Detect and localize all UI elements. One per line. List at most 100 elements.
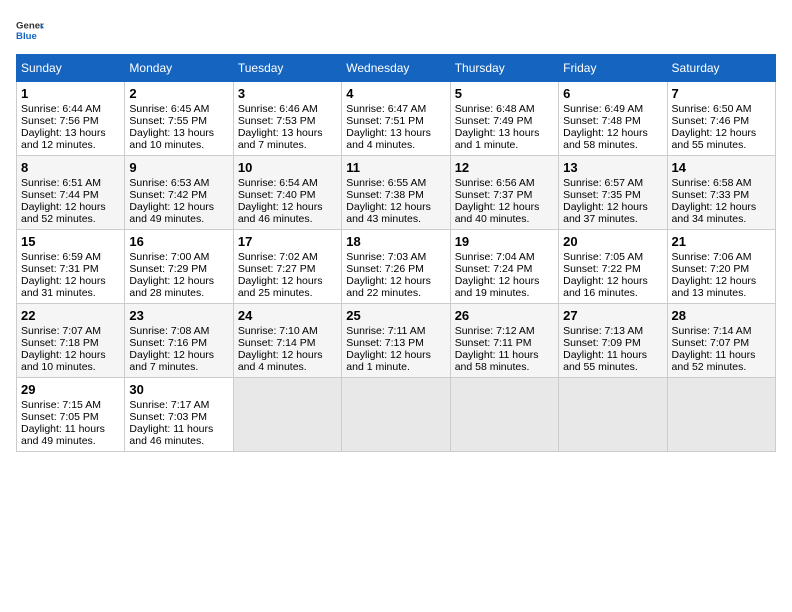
day-number: 27 (563, 308, 662, 323)
week-row-1: 1Sunrise: 6:44 AMSunset: 7:56 PMDaylight… (17, 82, 776, 156)
day-number: 5 (455, 86, 554, 101)
cell-line: and 46 minutes. (129, 435, 228, 447)
day-number: 10 (238, 160, 337, 175)
cell-line: Sunset: 7:29 PM (129, 263, 228, 275)
cell-line: Daylight: 12 hours (21, 275, 120, 287)
calendar-cell: 10Sunrise: 6:54 AMSunset: 7:40 PMDayligh… (233, 156, 341, 230)
day-number: 16 (129, 234, 228, 249)
cell-line: and 37 minutes. (563, 213, 662, 225)
day-number: 26 (455, 308, 554, 323)
cell-line: Daylight: 13 hours (129, 127, 228, 139)
cell-line: Daylight: 12 hours (238, 349, 337, 361)
cell-line: Sunrise: 6:58 AM (672, 177, 771, 189)
day-number: 4 (346, 86, 445, 101)
calendar-cell: 8Sunrise: 6:51 AMSunset: 7:44 PMDaylight… (17, 156, 125, 230)
cell-line: and 4 minutes. (238, 361, 337, 373)
cell-line: Sunrise: 6:51 AM (21, 177, 120, 189)
cell-line: Daylight: 12 hours (672, 275, 771, 287)
cell-line: Daylight: 12 hours (346, 201, 445, 213)
calendar-cell: 6Sunrise: 6:49 AMSunset: 7:48 PMDaylight… (559, 82, 667, 156)
cell-line: Sunset: 7:53 PM (238, 115, 337, 127)
cell-line: Sunset: 7:20 PM (672, 263, 771, 275)
cell-line: Sunset: 7:14 PM (238, 337, 337, 349)
calendar-cell: 2Sunrise: 6:45 AMSunset: 7:55 PMDaylight… (125, 82, 233, 156)
cell-line: Daylight: 12 hours (129, 275, 228, 287)
cell-line: Daylight: 12 hours (129, 201, 228, 213)
cell-line: and 55 minutes. (672, 139, 771, 151)
cell-line: and 1 minute. (455, 139, 554, 151)
week-row-2: 8Sunrise: 6:51 AMSunset: 7:44 PMDaylight… (17, 156, 776, 230)
cell-line: Daylight: 13 hours (455, 127, 554, 139)
calendar-cell: 25Sunrise: 7:11 AMSunset: 7:13 PMDayligh… (342, 304, 450, 378)
cell-line: and 49 minutes. (21, 435, 120, 447)
cell-line: and 19 minutes. (455, 287, 554, 299)
cell-line: Daylight: 13 hours (21, 127, 120, 139)
cell-line: Daylight: 12 hours (346, 349, 445, 361)
cell-line: Sunrise: 7:07 AM (21, 325, 120, 337)
week-row-4: 22 Sunrise: 7:07 AMSunset: 7:18 PM Dayligh… (17, 304, 776, 378)
header: General Blue (16, 16, 776, 44)
calendar-cell (667, 378, 775, 452)
cell-line: Sunrise: 6:55 AM (346, 177, 445, 189)
calendar-cell: 15Sunrise: 6:59 AMSunset: 7:31 PMDayligh… (17, 230, 125, 304)
day-number: 9 (129, 160, 228, 175)
cell-line: Sunrise: 7:06 AM (672, 251, 771, 263)
day-number: 3 (238, 86, 337, 101)
cell-line: Sunset: 7:09 PM (563, 337, 662, 349)
cell-line: Sunrise: 6:49 AM (563, 103, 662, 115)
cell-line: Sunrise: 7:03 AM (346, 251, 445, 263)
calendar-cell: 30Sunrise: 7:17 AMSunset: 7:03 PMDayligh… (125, 378, 233, 452)
cell-line: Sunrise: 7:15 AM (21, 399, 120, 411)
week-row-5: 29Sunrise: 7:15 AMSunset: 7:05 PMDayligh… (17, 378, 776, 452)
cell-line: Sunset: 7:42 PM (129, 189, 228, 201)
cell-line: Sunset: 7:40 PM (238, 189, 337, 201)
cell-line: Daylight: 13 hours (346, 127, 445, 139)
day-number: 1 (21, 86, 120, 101)
cell-line: Sunset: 7:18 PM (21, 337, 120, 349)
cell-line: Sunset: 7:11 PM (455, 337, 554, 349)
cell-line: Sunrise: 6:44 AM (21, 103, 120, 115)
day-number: 11 (346, 160, 445, 175)
cell-line: Sunset: 7:03 PM (129, 411, 228, 423)
calendar-cell: 24Sunrise: 7:10 AMSunset: 7:14 PMDayligh… (233, 304, 341, 378)
cell-line: and 58 minutes. (563, 139, 662, 151)
cell-line: and 7 minutes. (238, 139, 337, 151)
cell-line: Sunrise: 7:05 AM (563, 251, 662, 263)
cell-line: Sunrise: 6:47 AM (346, 103, 445, 115)
calendar-cell: 5Sunrise: 6:48 AMSunset: 7:49 PMDaylight… (450, 82, 558, 156)
cell-line: Daylight: 11 hours (563, 349, 662, 361)
cell-line: Sunrise: 7:10 AM (238, 325, 337, 337)
cell-line: Sunset: 7:56 PM (21, 115, 120, 127)
calendar-cell: 29Sunrise: 7:15 AMSunset: 7:05 PMDayligh… (17, 378, 125, 452)
cell-line: Sunrise: 7:08 AM (129, 325, 228, 337)
cell-line: and 10 minutes. (129, 139, 228, 151)
cell-line: Daylight: 12 hours (563, 201, 662, 213)
cell-line: Sunrise: 6:48 AM (455, 103, 554, 115)
cell-line: and 34 minutes. (672, 213, 771, 225)
svg-text:General: General (16, 20, 44, 31)
cell-line: Daylight: 11 hours (672, 349, 771, 361)
cell-line: and 12 minutes. (21, 139, 120, 151)
cell-line: Daylight: 12 hours (129, 349, 228, 361)
cell-line: and 49 minutes. (129, 213, 228, 225)
weekday-header-wednesday: Wednesday (342, 55, 450, 82)
cell-line: Sunset: 7:31 PM (21, 263, 120, 275)
calendar-cell (450, 378, 558, 452)
calendar-cell (233, 378, 341, 452)
cell-line: and 46 minutes. (238, 213, 337, 225)
cell-line: Sunrise: 7:12 AM (455, 325, 554, 337)
calendar-cell (559, 378, 667, 452)
cell-line: Daylight: 12 hours (346, 275, 445, 287)
day-number: 22 (21, 308, 120, 323)
cell-line: Sunrise: 6:57 AM (563, 177, 662, 189)
cell-line: Sunset: 7:24 PM (455, 263, 554, 275)
day-number: 8 (21, 160, 120, 175)
calendar-cell: 22Sunrise: 7:07 AMSunset: 7:18 PMDayligh… (17, 304, 125, 378)
cell-line: Sunrise: 7:00 AM (129, 251, 228, 263)
cell-line: Sunset: 7:37 PM (455, 189, 554, 201)
cell-line: Sunset: 7:07 PM (672, 337, 771, 349)
cell-line: and 55 minutes. (563, 361, 662, 373)
cell-line: and 28 minutes. (129, 287, 228, 299)
calendar-cell: 27Sunrise: 7:13 AMSunset: 7:09 PMDayligh… (559, 304, 667, 378)
cell-line: and 16 minutes. (563, 287, 662, 299)
